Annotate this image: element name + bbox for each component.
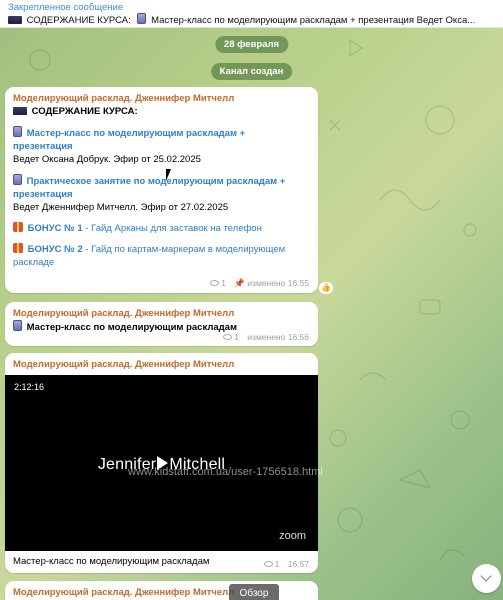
video-duration: 2:12:16 — [14, 382, 45, 392]
item2-link-cont[interactable]: презентация — [13, 188, 310, 201]
mouse-cursor-icon — [166, 169, 171, 181]
pinned-message-bar[interactable]: Закрепленное сообщение СОДЕРЖАНИЕ КУРСА:… — [0, 0, 503, 28]
tarot-cards-icon — [13, 320, 22, 331]
pinned-heading: СОДЕРЖАНИЕ КУРСА: — [26, 15, 131, 26]
channel-created-pill: Канал создан — [210, 63, 293, 80]
pin-icon: 📌 — [234, 278, 245, 288]
tarot-cards-icon — [13, 126, 22, 137]
reaction-thumbs-up[interactable]: 👍 — [319, 282, 333, 294]
gift-icon — [13, 243, 23, 253]
overview-button[interactable]: Обзор — [229, 584, 279, 600]
channel-author[interactable]: Моделирующий расклад. Дженнифер Митчелл — [13, 92, 310, 105]
item1-link[interactable]: Мастер-класс по моделирующим раскладам + — [13, 126, 310, 140]
zoom-logo: zoom — [279, 530, 306, 542]
message-masterclass[interactable]: Моделирующий расклад. Дженнифер Митчелл … — [5, 302, 318, 346]
item1-desc: Ведет Оксана Добрук. Эфир от 25.02.2025 — [13, 154, 201, 165]
gift-icon — [13, 222, 23, 232]
book-icon — [13, 107, 27, 115]
pinned-preview: Мастер-класс по моделирующим раскладам +… — [151, 15, 476, 26]
views-icon — [263, 561, 273, 567]
bonus2-label[interactable]: БОНУС № 2 — [28, 244, 83, 255]
video-player[interactable]: 2:12:16 Jennifer Mitchell zoom — [5, 375, 318, 551]
course-heading: СОДЕРЖАНИЕ КУРСА: — [13, 105, 310, 118]
message-video[interactable]: Моделирующий расклад. Дженнифер Митчелл … — [5, 353, 318, 573]
channel-author[interactable]: Моделирующий расклад. Дженнифер Митчелл — [13, 307, 310, 320]
bonus2[interactable]: БОНУС № 2 - Гайд по картам-маркерам в мо… — [13, 243, 310, 256]
pinned-title: Закрепленное сообщение — [8, 2, 124, 13]
bonus1[interactable]: БОНУС № 1 - Гайд Арканы для заставок на … — [13, 222, 310, 235]
video-caption: Мастер-класс по моделирующим раскладам — [13, 556, 210, 567]
channel-author[interactable]: Моделирующий расклад. Дженнифер Митчелл — [5, 353, 318, 371]
scroll-down-button[interactable] — [472, 564, 501, 593]
date-pill: 28 февраля — [214, 36, 289, 53]
views-icon — [210, 280, 220, 286]
message-course-content[interactable]: Моделирующий расклад. Дженнифер Митчелл … — [5, 87, 318, 293]
bonus1-label[interactable]: БОНУС № 1 — [28, 223, 83, 234]
message-meta: 1 16:57 — [263, 559, 309, 569]
item1-link-cont[interactable]: презентация — [13, 140, 310, 153]
bonus2-link-cont[interactable]: раскладе — [13, 256, 310, 269]
message-meta: 1 📌 изменено 16:55 — [210, 278, 309, 289]
tarot-cards-icon — [13, 174, 22, 185]
message-meta: 1 изменено 16:56 — [223, 332, 309, 342]
item2-link[interactable]: Практическое занятие по моделирующим рас… — [13, 174, 310, 188]
pinned-text: СОДЕРЖАНИЕ КУРСА: Мастер-класс по модели… — [8, 13, 495, 27]
bonus2-link[interactable]: - Гайд по картам-маркерам в моделирующем — [83, 244, 285, 255]
item2-desc: Ведет Дженнифер Митчелл. Эфир от 27.02.2… — [13, 202, 229, 213]
watermark: www.kidstaff.com.ua/user-1756518.html — [128, 466, 323, 478]
views-icon — [223, 334, 233, 340]
tarot-cards-icon — [137, 13, 147, 24]
book-icon — [8, 16, 22, 24]
bonus1-link[interactable]: - Гайд Арканы для заставок на телефон — [83, 223, 262, 234]
